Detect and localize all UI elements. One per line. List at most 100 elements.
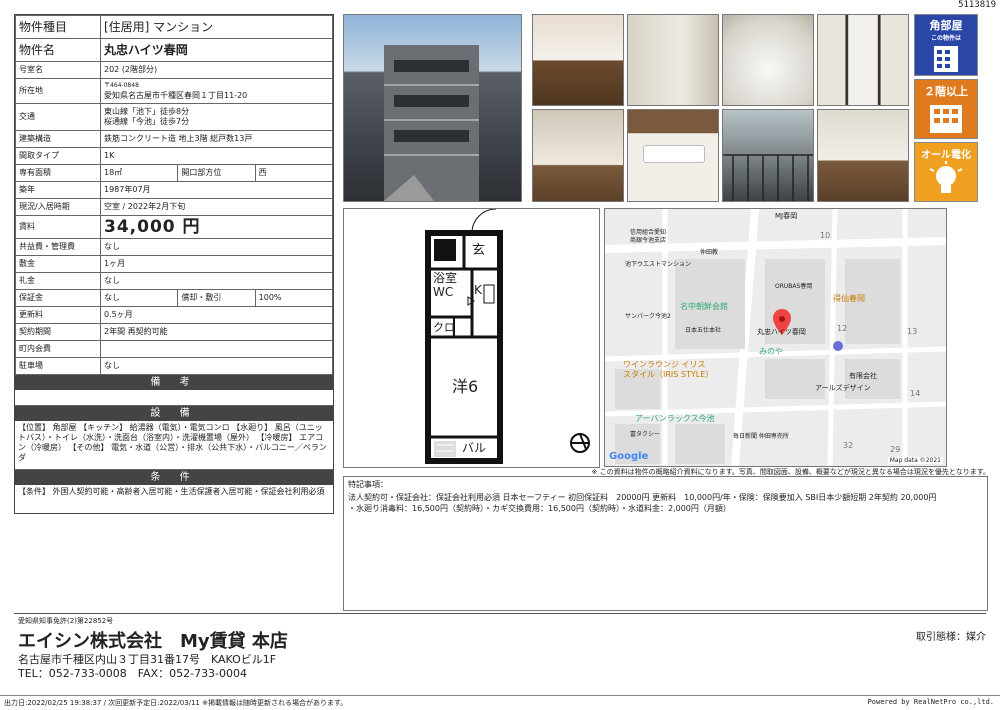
map-label-nakata: 仲田教 bbox=[700, 249, 719, 256]
label-guarantee: 保証金 bbox=[15, 289, 101, 307]
value-room: 202 (2階部分) bbox=[100, 61, 333, 79]
powered-by: Powered by RealNetPro co.,ltd. bbox=[867, 698, 994, 706]
building-exterior-photo bbox=[343, 14, 522, 202]
plan-label-kitchen: K bbox=[474, 283, 482, 297]
corner-room-badge: 角部屋 この物件は bbox=[914, 14, 978, 76]
label-built: 築年 bbox=[15, 181, 101, 199]
label-fee: 共益費・管理費 bbox=[15, 238, 101, 256]
equipment-text: 【位置】 角部屋 【キッチン】 給湯器（電気）・電気コンロ 【水廻り】 風呂（ユ… bbox=[15, 421, 333, 470]
map-label-orubas: ORUBAS春岡 bbox=[775, 283, 813, 290]
conditions-heading: 条 件 bbox=[15, 470, 333, 485]
building-icon bbox=[384, 45, 479, 201]
value-keymoney: なし bbox=[100, 272, 333, 290]
conditions-text: 【条件】 外国人契約可能・高齢者入居可能・生活保護者入居可能・保証会社利用必須 bbox=[18, 487, 325, 496]
value-structure: 鉄筋コンクリート造 地上3階 総戸数13戸 bbox=[100, 130, 333, 148]
label-contract: 契約期間 bbox=[15, 323, 101, 341]
plan-label-balcony: バル bbox=[462, 441, 487, 455]
label-town-fee: 町内会費 bbox=[15, 340, 101, 358]
entrance-photo bbox=[817, 109, 909, 202]
plan-label-wc: WC bbox=[433, 285, 454, 299]
plan-label-bath: 浴室 bbox=[433, 271, 458, 285]
map-label-mj: MJ春岡 bbox=[775, 212, 798, 220]
map-label-minoya: みのや bbox=[759, 347, 783, 356]
all-electric-badge: オール電化 bbox=[914, 142, 978, 202]
map-label-chosen: 名中朝鮮会館 bbox=[680, 302, 728, 311]
value-guarantee: なし bbox=[99, 289, 179, 307]
label-direction: 開口部方位 bbox=[177, 164, 256, 182]
value-built: 1987年07月 bbox=[100, 181, 333, 199]
bottom-status-bar: 出力日:2022/02/25 19:38:37 / 次回更新予定日:2022/0… bbox=[0, 695, 1000, 710]
property-spec-table: 物件種目 [住居用] マンション 物件名 丸忠ハイツ春岡 号室名 202 (2階部分)… bbox=[14, 14, 334, 514]
label-status: 現況/入居時期 bbox=[15, 198, 101, 216]
second-floor-label: ２階以上 bbox=[924, 85, 968, 98]
label-keymoney: 礼金 bbox=[15, 272, 101, 290]
balcony-photo bbox=[722, 109, 814, 202]
label-parking: 駐車場 bbox=[15, 357, 101, 375]
second-floor-badge: ２階以上 bbox=[914, 79, 978, 139]
map-block-29: 29 bbox=[890, 445, 901, 454]
remarks-body bbox=[15, 390, 333, 406]
value-address: 〒464-0848 愛知県名古屋市千種区春岡１丁目11-20 bbox=[100, 78, 333, 104]
value-traffic: 東山線「池下」徒歩8分 桜通線「今池」徒歩7分 bbox=[100, 103, 333, 131]
label-traffic: 交通 bbox=[15, 103, 101, 131]
map-credit: Map data ©2021 bbox=[887, 457, 943, 464]
label-address: 所在地 bbox=[15, 78, 101, 104]
map-label-mansion: 池下ウエストマンション bbox=[625, 261, 692, 268]
company-phone: TEL：052-733-0008 FAX：052-733-0004 bbox=[18, 667, 248, 680]
remarks-heading: 備 考 bbox=[15, 375, 333, 390]
map-block-13: 13 bbox=[907, 327, 918, 336]
closet-photo bbox=[817, 14, 909, 106]
plan-label-western: 洋6 bbox=[452, 377, 479, 396]
notes-title: 特記事項： bbox=[348, 480, 388, 489]
value-rent: 34,000 円 bbox=[100, 215, 333, 239]
value-deposit: 1ヶ月 bbox=[100, 255, 333, 273]
map-label-property: 丸忠ハイツ春岡 bbox=[757, 328, 806, 336]
map-label-tokusen: 得仙春岡 bbox=[833, 294, 865, 303]
address-text: 愛知県名古屋市千種区春岡１丁目11-20 bbox=[104, 91, 248, 100]
map-label-arusdesign: アールズデザイン bbox=[815, 384, 871, 392]
traffic-line-2: 桜通線「今池」徒歩7分 bbox=[104, 117, 190, 126]
location-map[interactable]: MJ春岡 信用組合愛知 商銀今池支店 仲田教 池下ウエストマンション ORUBA… bbox=[604, 208, 947, 467]
label-area: 専有面積 bbox=[15, 164, 101, 182]
deal-type: 取引態様：媒介 bbox=[916, 632, 986, 643]
equipment-heading: 設 備 bbox=[15, 406, 333, 421]
value-amortization: 100% bbox=[254, 289, 334, 307]
label-room: 号室名 bbox=[15, 61, 101, 79]
label-renewal: 更新料 bbox=[15, 306, 101, 324]
label-rent: 賃料 bbox=[15, 215, 101, 239]
label-deposit: 敷金 bbox=[15, 255, 101, 273]
map-label-mainichi: 毎日新聞 仲田専売所 bbox=[733, 433, 789, 440]
document-id: 5113819 bbox=[958, 0, 996, 10]
notes-line-1: 法人契約可・保証会社：保証会社利用必須 日本セーフティー 初回保証料 20000… bbox=[348, 493, 937, 502]
bathroom-photo bbox=[722, 14, 814, 106]
company-name: エイシン株式会社 My賃貸 本店 bbox=[18, 631, 288, 652]
google-logo: Google bbox=[609, 451, 649, 462]
value-layout: 1K bbox=[100, 147, 333, 165]
value-type: [住居用] マンション bbox=[100, 15, 333, 39]
hallway-photo bbox=[532, 109, 624, 202]
value-name: 丸忠ハイツ春岡 bbox=[100, 38, 333, 62]
building-icon bbox=[934, 46, 958, 72]
plan-label-closet: クロ bbox=[433, 321, 455, 334]
value-direction: 西 bbox=[254, 164, 334, 182]
output-date: 出力日:2022/02/25 19:38:37 / 次回更新予定日:2022/0… bbox=[4, 699, 348, 707]
special-notes: 特記事項： 法人契約可・保証会社：保証会社利用必須 日本セーフティー 初回保証料… bbox=[343, 476, 988, 611]
map-label-nihon: 日本五仕本社 bbox=[685, 327, 722, 334]
map-block-12: 12 bbox=[837, 324, 848, 333]
all-electric-label: オール電化 bbox=[921, 150, 971, 161]
map-label-bank2: 商銀今池支店 bbox=[630, 237, 667, 244]
kitchen-photo bbox=[627, 14, 719, 106]
label-name: 物件名 bbox=[15, 38, 101, 62]
label-type: 物件種目 bbox=[15, 15, 101, 39]
floor-plan: 玄 浴室 WC K クロ 洋6 バル bbox=[343, 208, 600, 468]
value-town-fee bbox=[100, 340, 333, 358]
value-renewal: 0.5ヶ月 bbox=[100, 306, 333, 324]
aircon-photo bbox=[627, 109, 719, 202]
value-area: 18㎡ bbox=[99, 164, 179, 182]
zip-code: 〒464-0848 bbox=[104, 82, 139, 89]
map-label-yugen: 有限会社 bbox=[849, 372, 877, 380]
map-label-sunpark: サンパーク今池2 bbox=[625, 313, 671, 320]
value-contract: 2年間 再契約可能 bbox=[100, 323, 333, 341]
company-license: 愛知県知事免許(2)第22852号 bbox=[18, 617, 114, 625]
label-structure: 建築構造 bbox=[15, 130, 101, 148]
